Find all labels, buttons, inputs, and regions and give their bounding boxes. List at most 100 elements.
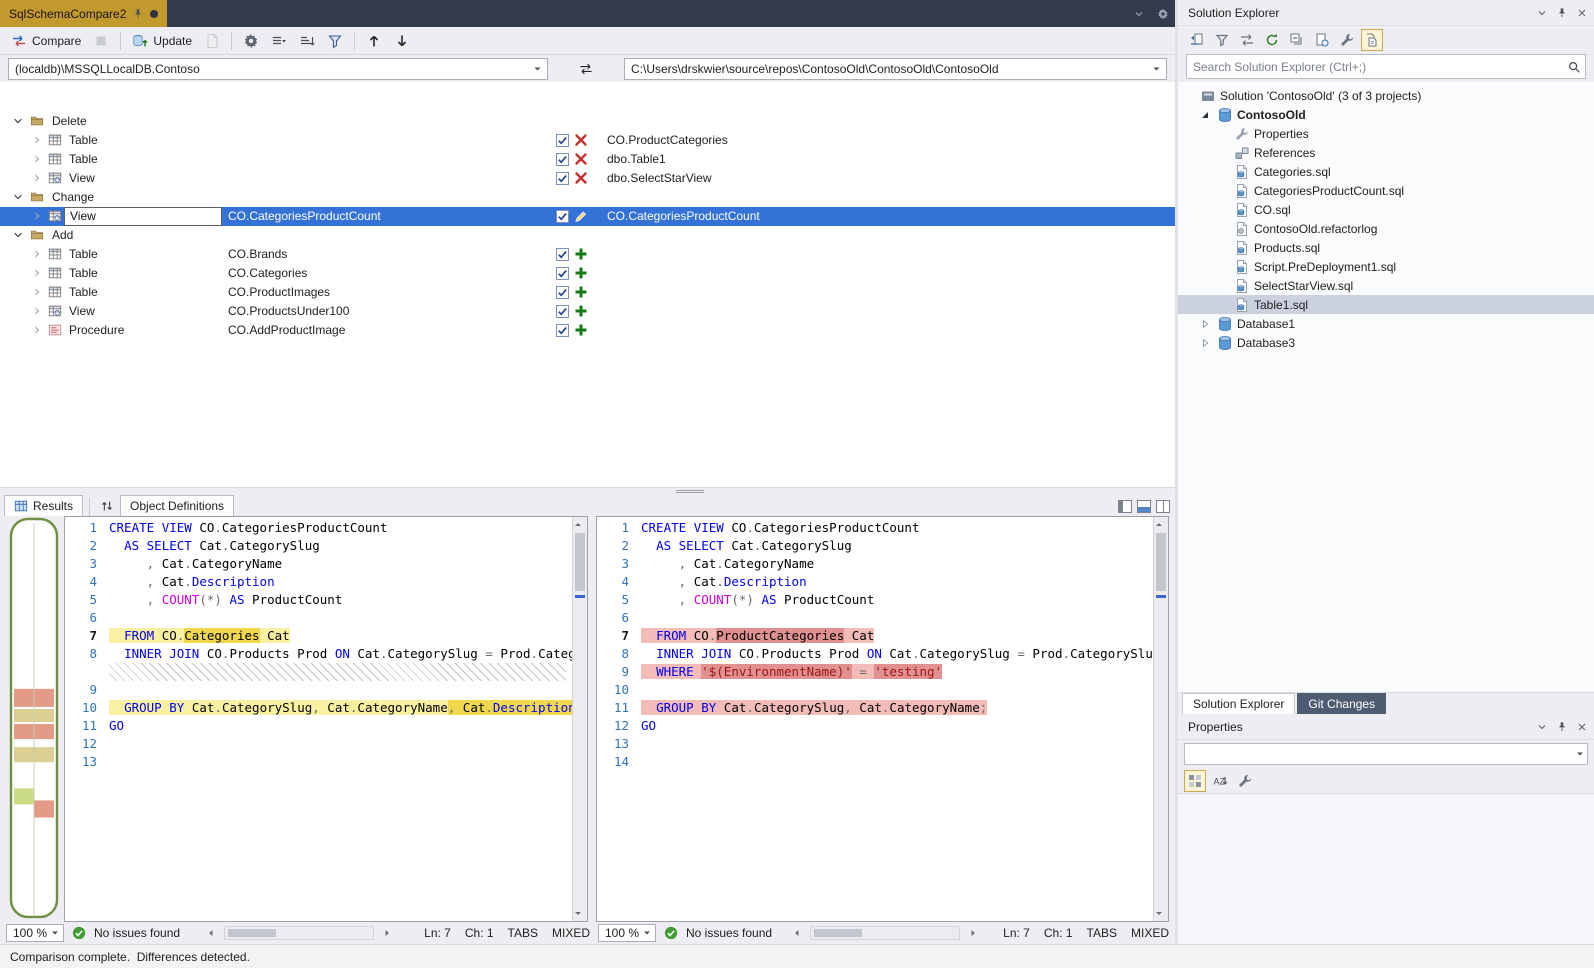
include-checkbox[interactable] xyxy=(556,248,569,261)
scrollbar-thumb[interactable] xyxy=(575,533,585,591)
expand-row-icon[interactable] xyxy=(31,153,43,165)
expand-row-icon[interactable] xyxy=(31,134,43,146)
expand-row-icon[interactable] xyxy=(31,286,43,298)
split-layout-left-icon[interactable] xyxy=(1118,500,1132,513)
expander-collapsed-icon[interactable] xyxy=(1199,337,1213,349)
expand-row-icon[interactable] xyxy=(31,305,43,317)
filter-button[interactable] xyxy=(322,29,348,53)
tab-object-definitions[interactable]: Object Definitions xyxy=(120,495,234,516)
sync-with-active-document-icon[interactable] xyxy=(1186,29,1208,51)
group-results-button[interactable] xyxy=(266,29,292,53)
horizontal-splitter[interactable] xyxy=(0,487,1175,494)
close-icon[interactable] xyxy=(1576,721,1588,733)
chevron-down-icon[interactable] xyxy=(1536,7,1548,19)
horizontal-scrollbar[interactable] xyxy=(224,926,374,940)
tab-list-chevron-icon[interactable] xyxy=(1133,8,1145,20)
scrollbar-thumb[interactable] xyxy=(814,929,862,937)
tree-item[interactable]: Table1.sql xyxy=(1178,295,1594,314)
include-checkbox[interactable] xyxy=(556,210,569,223)
compare-button[interactable]: Compare xyxy=(6,29,86,53)
pin-icon[interactable] xyxy=(132,8,144,20)
tree-item[interactable]: ContosoOld xyxy=(1178,105,1594,124)
scroll-up-arrow[interactable] xyxy=(1154,518,1164,531)
scrollbar-thumb[interactable] xyxy=(1156,533,1166,591)
expander-expanded-icon[interactable] xyxy=(1199,109,1213,121)
include-checkbox[interactable] xyxy=(556,267,569,280)
tree-item[interactable]: Database3 xyxy=(1178,333,1594,352)
categorized-icon[interactable] xyxy=(1184,770,1206,792)
horizontal-scrollbar[interactable] xyxy=(810,926,960,940)
scroll-up-arrow[interactable] xyxy=(573,518,583,531)
close-icon[interactable] xyxy=(1576,7,1588,19)
include-checkbox[interactable] xyxy=(556,286,569,299)
tree-item[interactable]: Products.sql xyxy=(1178,238,1594,257)
window-gear-icon[interactable] xyxy=(1157,8,1169,20)
split-layout-bottom-icon[interactable] xyxy=(1137,500,1151,513)
expand-row-icon[interactable] xyxy=(31,267,43,279)
schema-object-row[interactable]: ViewCO.CategoriesProductCountCO.Categori… xyxy=(0,207,1175,226)
group-row[interactable]: Add xyxy=(0,226,1175,245)
search-icon[interactable] xyxy=(1567,60,1581,74)
properties-object-dropdown[interactable] xyxy=(1184,743,1588,765)
scroll-left-arrow[interactable] xyxy=(792,928,802,938)
expand-row-icon[interactable] xyxy=(31,324,43,336)
schema-object-row[interactable]: TableCO.ProductImages xyxy=(0,283,1175,302)
property-pages-icon[interactable] xyxy=(1234,770,1256,792)
vertical-scrollbar[interactable] xyxy=(1153,517,1168,921)
scroll-right-arrow[interactable] xyxy=(382,928,392,938)
scroll-down-arrow[interactable] xyxy=(573,907,583,920)
schema-object-row[interactable]: TableCO.Categories xyxy=(0,264,1175,283)
generate-script-button[interactable] xyxy=(199,29,225,53)
filter-solution-icon[interactable] xyxy=(1211,29,1233,51)
expand-row-icon[interactable] xyxy=(31,210,43,222)
panel-tab-solution-explorer[interactable]: Solution Explorer xyxy=(1182,693,1295,714)
preview-selected-items-icon[interactable] xyxy=(1311,29,1333,51)
tree-item[interactable]: Categories.sql xyxy=(1178,162,1594,181)
include-checkbox[interactable] xyxy=(556,134,569,147)
source-connection-dropdown[interactable]: (localdb)\MSSQLLocalDB.Contoso xyxy=(8,58,548,80)
tree-item[interactable]: Solution 'ContosoOld' (3 of 3 projects) xyxy=(1178,86,1594,105)
results-tab[interactable]: Results xyxy=(4,495,83,516)
scroll-left-arrow[interactable] xyxy=(206,928,216,938)
collapse-group-icon[interactable] xyxy=(12,191,24,203)
update-button[interactable]: Update xyxy=(127,29,197,53)
schema-object-row[interactable]: ViewCO.ProductsUnder100 xyxy=(0,302,1175,321)
schema-object-row[interactable]: Viewdbo.SelectStarView xyxy=(0,169,1175,188)
group-row[interactable]: Change xyxy=(0,188,1175,207)
panel-tab-git-changes[interactable]: Git Changes xyxy=(1297,693,1386,714)
scrollbar-thumb[interactable] xyxy=(228,929,276,937)
schema-object-row[interactable]: Tabledbo.Table1 xyxy=(0,150,1175,169)
tree-item[interactable]: Script.PreDeployment1.sql xyxy=(1178,257,1594,276)
splitter-grip[interactable] xyxy=(676,490,704,493)
previous-difference-button[interactable] xyxy=(361,29,387,53)
chevron-down-icon[interactable] xyxy=(1536,721,1548,733)
collapse-all-icon[interactable] xyxy=(1286,29,1308,51)
collapse-group-icon[interactable] xyxy=(12,115,24,127)
tree-item[interactable]: Properties xyxy=(1178,124,1594,143)
include-checkbox[interactable] xyxy=(556,153,569,166)
expander-collapsed-icon[interactable] xyxy=(1199,318,1213,330)
schema-object-row[interactable]: ProcedureCO.AddProductImage xyxy=(0,321,1175,340)
tree-item[interactable]: CategoriesProductCount.sql xyxy=(1178,181,1594,200)
zoom-dropdown[interactable]: 100 % xyxy=(598,924,656,942)
search-input[interactable] xyxy=(1193,60,1567,74)
schema-object-row[interactable]: TableCO.ProductCategories xyxy=(0,131,1175,150)
include-checkbox[interactable] xyxy=(556,172,569,185)
target-connection-dropdown[interactable]: C:\Users\drskwier\source\repos\ContosoOl… xyxy=(624,58,1167,80)
schema-object-row[interactable]: TableCO.Brands xyxy=(0,245,1175,264)
scroll-down-arrow[interactable] xyxy=(1154,907,1164,920)
include-checkbox[interactable] xyxy=(556,324,569,337)
tree-item[interactable]: ContosoOld.refactorlog xyxy=(1178,219,1594,238)
switch-views-icon[interactable] xyxy=(1236,29,1258,51)
expand-row-icon[interactable] xyxy=(31,248,43,260)
next-difference-button[interactable] xyxy=(389,29,415,53)
show-all-files-icon[interactable] xyxy=(1361,29,1383,51)
alphabetical-sort-icon[interactable]: AZ xyxy=(1209,770,1231,792)
zoom-dropdown[interactable]: 100 % xyxy=(6,924,64,942)
sort-order-button[interactable] xyxy=(96,495,118,516)
include-checkbox[interactable] xyxy=(556,305,569,318)
tree-item[interactable]: SelectStarView.sql xyxy=(1178,276,1594,295)
split-layout-vertical-icon[interactable] xyxy=(1156,500,1170,513)
group-row[interactable]: Delete xyxy=(0,112,1175,131)
scroll-right-arrow[interactable] xyxy=(968,928,978,938)
